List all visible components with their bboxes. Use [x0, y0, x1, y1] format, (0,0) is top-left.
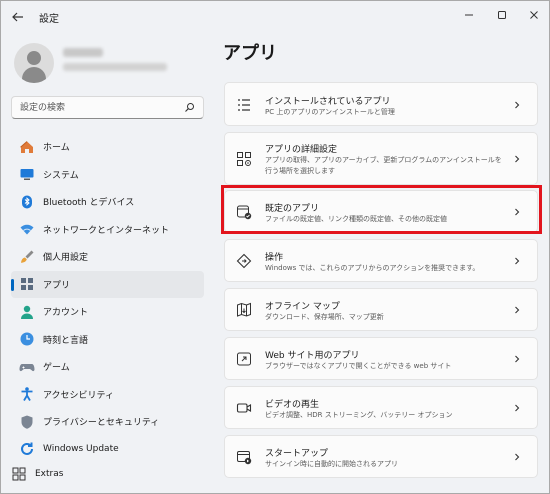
wifi-icon: [19, 221, 35, 237]
card-description: ビデオ調整、HDR ストリーミング、バッテリー オプション: [265, 411, 453, 419]
sidebar-item-windows-update[interactable]: Windows Update: [11, 436, 204, 464]
maximize-icon: [498, 11, 506, 19]
chevron-right-icon: [515, 101, 520, 109]
brush-icon: [19, 249, 35, 265]
sidebar-item-accounts[interactable]: アカウント: [11, 298, 204, 326]
chevron-right-icon: [515, 306, 520, 314]
chevron-right-icon: [515, 404, 520, 412]
sidebar-item-label: システム: [43, 170, 79, 181]
advanced-apps-icon: [236, 151, 252, 167]
sidebar-item-label: アクセシビリティ: [43, 390, 115, 401]
card-description: Windows では、これらのアプリからのアクションを推奨できます。: [265, 264, 480, 272]
startup-icon: [236, 449, 252, 465]
sidebar-item-label: 個人用設定: [43, 253, 89, 264]
card-installed-apps[interactable]: インストールされているアプリ PC 上のアプリのアンインストールと管理: [224, 82, 538, 126]
sidebar-item-accessibility[interactable]: アクセシビリティ: [11, 381, 204, 409]
clock-globe-icon: [19, 331, 35, 347]
settings-window: 設定 ホーム システム Bluetooth とデバイス: [0, 0, 550, 494]
sidebar-item-label: プライバシーとセキュリティ: [43, 418, 160, 429]
sidebar-item-extras[interactable]: Extras: [11, 466, 63, 482]
title-bar: 設定: [1, 1, 549, 31]
bluetooth-icon: [19, 194, 35, 210]
sidebar-item-bluetooth[interactable]: Bluetooth とデバイス: [11, 188, 204, 216]
card-apps-for-websites[interactable]: Web サイト用のアプリ ブラウザーではなくアプリで開くことができる web サ…: [224, 337, 538, 380]
card-title: Web サイト用のアプリ: [265, 351, 360, 361]
search-icon[interactable]: [184, 102, 195, 113]
sidebar-item-time-language[interactable]: 時刻と言語: [11, 326, 204, 354]
web-apps-icon: [236, 351, 252, 367]
page-title: アプリ: [223, 43, 277, 64]
minimize-icon: [465, 14, 473, 16]
card-title: オフライン マップ: [265, 302, 340, 312]
offline-maps-icon: [236, 302, 252, 318]
sidebar-item-privacy[interactable]: プライバシーとセキュリティ: [11, 408, 204, 436]
app-title: 設定: [39, 14, 59, 25]
sidebar-item-label: アプリ: [43, 280, 71, 291]
minimize-button[interactable]: [453, 5, 485, 25]
sidebar-item-label: アカウント: [43, 308, 89, 319]
avatar-body: [22, 67, 46, 83]
card-actions[interactable]: 操作 Windows では、これらのアプリからのアクションを推奨できます。: [224, 239, 538, 282]
apps-icon: [19, 276, 35, 292]
user-email-blurred: [63, 63, 167, 71]
sidebar-item-label: Extras: [35, 469, 64, 479]
card-startup[interactable]: スタートアップ サインイン時に自動的に開始されるアプリ: [224, 435, 538, 478]
user-name-blurred: [63, 48, 103, 57]
card-description: PC 上のアプリのアンインストールと管理: [265, 108, 395, 116]
chevron-right-icon: [515, 453, 520, 461]
sidebar-item-system[interactable]: システム: [11, 161, 204, 189]
sidebar-item-network[interactable]: ネットワークとインターネット: [11, 216, 204, 244]
sidebar-item-label: ホーム: [43, 143, 70, 154]
chevron-right-icon: [515, 155, 520, 163]
installed-apps-icon: [236, 97, 252, 113]
chevron-right-icon: [515, 355, 520, 363]
sidebar-item-label: ゲーム: [43, 363, 70, 374]
sidebar-item-label: ネットワークとインターネット: [43, 225, 170, 236]
sidebar-nav: ホーム システム Bluetooth とデバイス ネットワークとインターネット …: [11, 133, 204, 463]
card-description: ブラウザーではなくアプリで開くことができる web サイト: [265, 362, 452, 370]
card-title: スタートアップ: [265, 449, 329, 459]
highlight-box-default-apps: [221, 185, 542, 234]
actions-icon: [236, 253, 252, 269]
close-icon: [530, 11, 538, 19]
card-offline-maps[interactable]: オフライン マップ ダウンロード、保存場所、マップ更新: [224, 288, 538, 331]
sidebar-item-apps[interactable]: アプリ: [11, 270, 204, 298]
card-title: アプリの詳細設定: [265, 145, 338, 155]
accessibility-icon: [19, 386, 35, 402]
selection-indicator: [11, 278, 14, 291]
sidebar-item-label: 時刻と言語: [43, 335, 89, 346]
card-description: アプリの取得、アプリのアーカイブ、更新プログラムのアンインストールを行う場所を選…: [265, 156, 502, 175]
sidebar-item-home[interactable]: ホーム: [11, 133, 204, 161]
update-icon: [19, 441, 35, 457]
card-title: ビデオの再生: [265, 400, 320, 410]
card-description: ダウンロード、保存場所、マップ更新: [265, 313, 384, 321]
back-arrow-icon[interactable]: [11, 10, 25, 24]
sidebar-item-personalization[interactable]: 個人用設定: [11, 243, 204, 271]
card-video-playback[interactable]: ビデオの再生 ビデオ調整、HDR ストリーミング、バッテリー オプション: [224, 386, 538, 429]
user-avatar[interactable]: [14, 43, 54, 83]
gamepad-icon: [19, 359, 35, 375]
video-icon: [236, 400, 252, 416]
maximize-button[interactable]: [486, 5, 518, 25]
card-description: サインイン時に自動的に開始されるアプリ: [265, 460, 398, 468]
home-icon: [19, 139, 35, 155]
card-title: インストールされているアプリ: [265, 97, 391, 107]
close-button[interactable]: [518, 5, 549, 25]
search-input[interactable]: [20, 100, 180, 115]
card-advanced-app-settings[interactable]: アプリの詳細設定 アプリの取得、アプリのアーカイブ、更新プログラムのアンインスト…: [224, 132, 538, 185]
card-title: 操作: [265, 253, 284, 263]
sidebar-item-label: Windows Update: [43, 444, 119, 455]
account-icon: [19, 304, 35, 320]
chevron-right-icon: [515, 257, 520, 265]
shield-icon: [19, 414, 35, 430]
extras-icon: [11, 466, 27, 482]
avatar-head: [27, 51, 41, 65]
settings-search[interactable]: [11, 96, 204, 119]
monitor-icon: [19, 166, 35, 182]
sidebar-item-gaming[interactable]: ゲーム: [11, 353, 204, 381]
sidebar-item-label: Bluetooth とデバイス: [43, 198, 135, 209]
